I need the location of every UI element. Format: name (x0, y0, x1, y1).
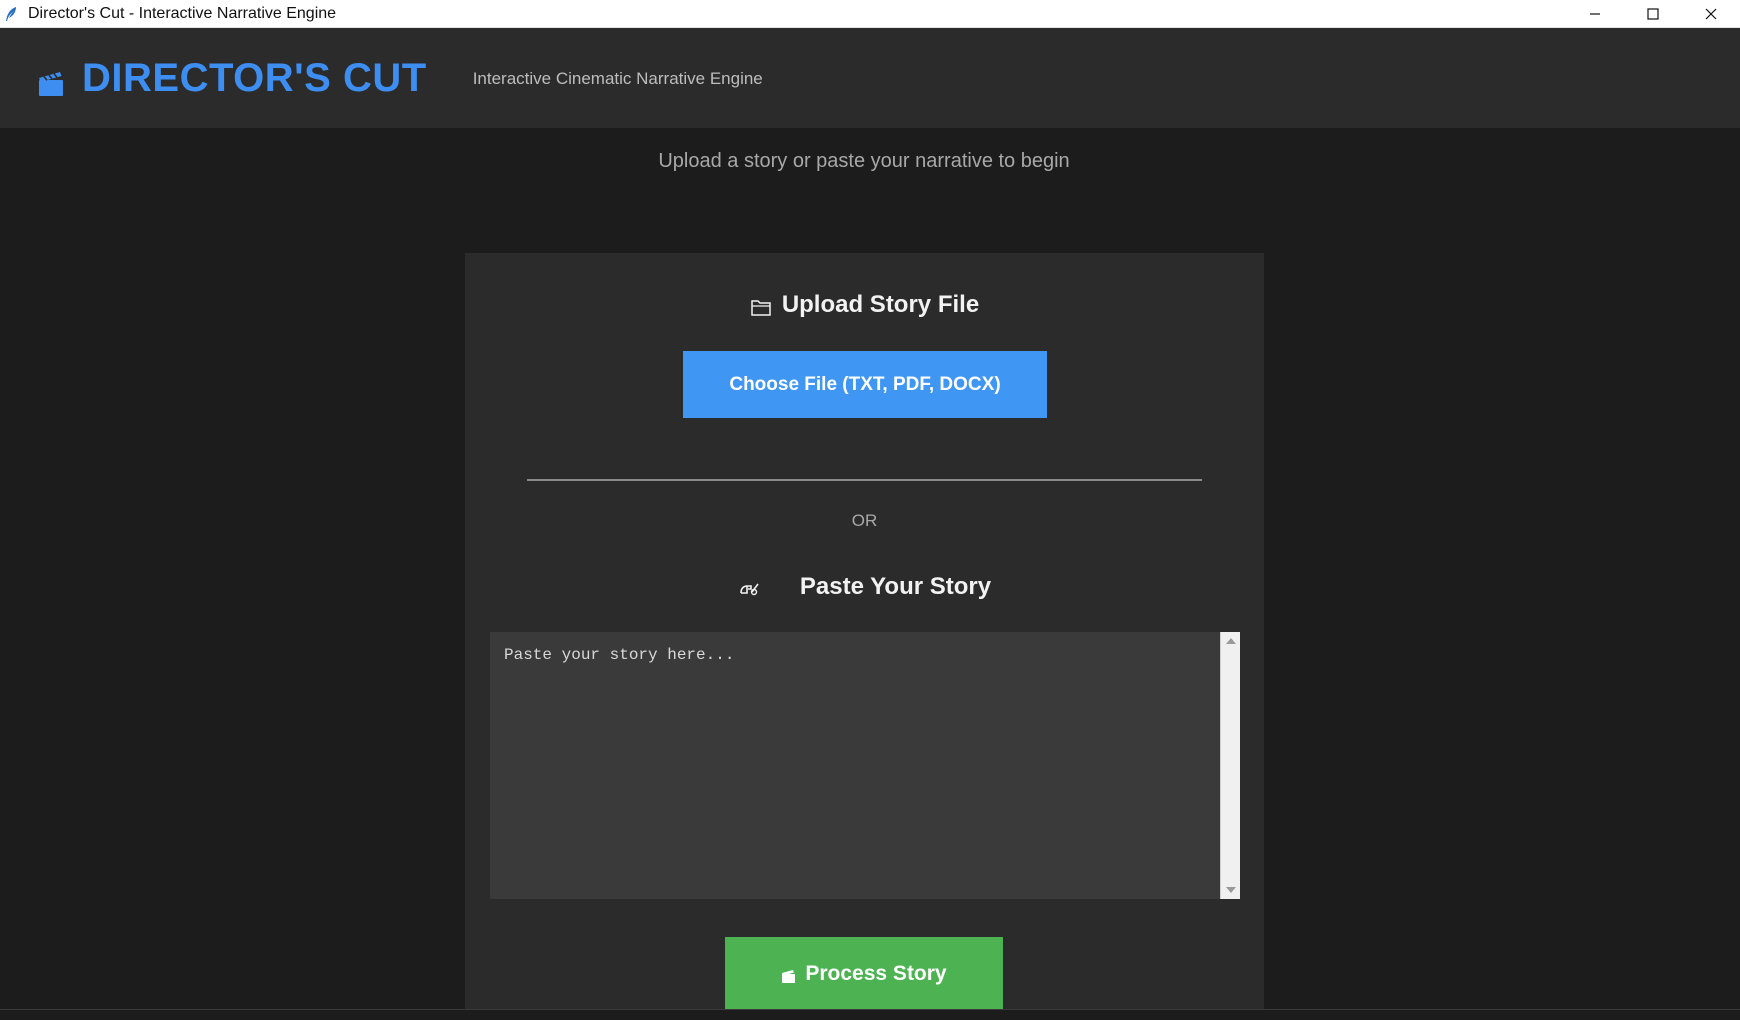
clapperboard-icon (39, 72, 63, 96)
maximize-button[interactable] (1624, 0, 1682, 28)
section-divider (527, 479, 1202, 481)
minimize-button[interactable] (1566, 0, 1624, 28)
brand-title: DIRECTOR'S CUT (82, 55, 427, 100)
brand-tagline: Interactive Cinematic Narrative Engine (472, 69, 763, 88)
folder-icon (751, 300, 771, 316)
clapperboard-icon (782, 969, 796, 983)
paste-title-label: Paste Your Story (799, 573, 992, 600)
app-header: DIRECTOR'S CUT Interactive Cinematic Nar… (0, 28, 1740, 128)
choose-file-button[interactable]: Choose File (TXT, PDF, DOCX) (683, 351, 1047, 418)
feather-icon (6, 6, 16, 21)
or-separator: OR (851, 511, 878, 530)
upload-section-title: Upload Story File (465, 291, 1264, 319)
maximize-icon (1647, 8, 1659, 20)
story-textarea[interactable] (490, 632, 1220, 899)
window-title: Director's Cut - Interactive Narrative E… (28, 4, 337, 22)
scroll-down-icon (1226, 887, 1236, 893)
window-controls (1566, 0, 1740, 28)
intro-text: Upload a story or paste your narrative t… (658, 150, 1070, 172)
close-button[interactable] (1682, 0, 1740, 28)
upload-title-label: Upload Story File (781, 291, 980, 318)
process-story-label: Process Story (805, 962, 947, 985)
process-story-button[interactable]: Process Story (725, 937, 1003, 1011)
scroll-up-icon (1226, 638, 1236, 644)
story-input-panel: Upload Story File Choose File (TXT, PDF,… (465, 253, 1264, 1020)
scroll-up-button[interactable] (1225, 636, 1237, 646)
scroll-down-button[interactable] (1225, 885, 1237, 895)
bottom-strip (0, 1009, 1740, 1020)
story-textarea-container (490, 632, 1240, 899)
close-icon (1705, 8, 1717, 20)
paste-section-title: Paste Your Story (465, 573, 1264, 601)
writing-hand-icon (740, 583, 759, 596)
window-titlebar[interactable]: Director's Cut - Interactive Narrative E… (0, 0, 1740, 28)
app-window: Director's Cut - Interactive Narrative E… (0, 0, 1740, 1020)
minimize-icon (1590, 13, 1600, 15)
story-scrollbar[interactable] (1220, 632, 1240, 899)
